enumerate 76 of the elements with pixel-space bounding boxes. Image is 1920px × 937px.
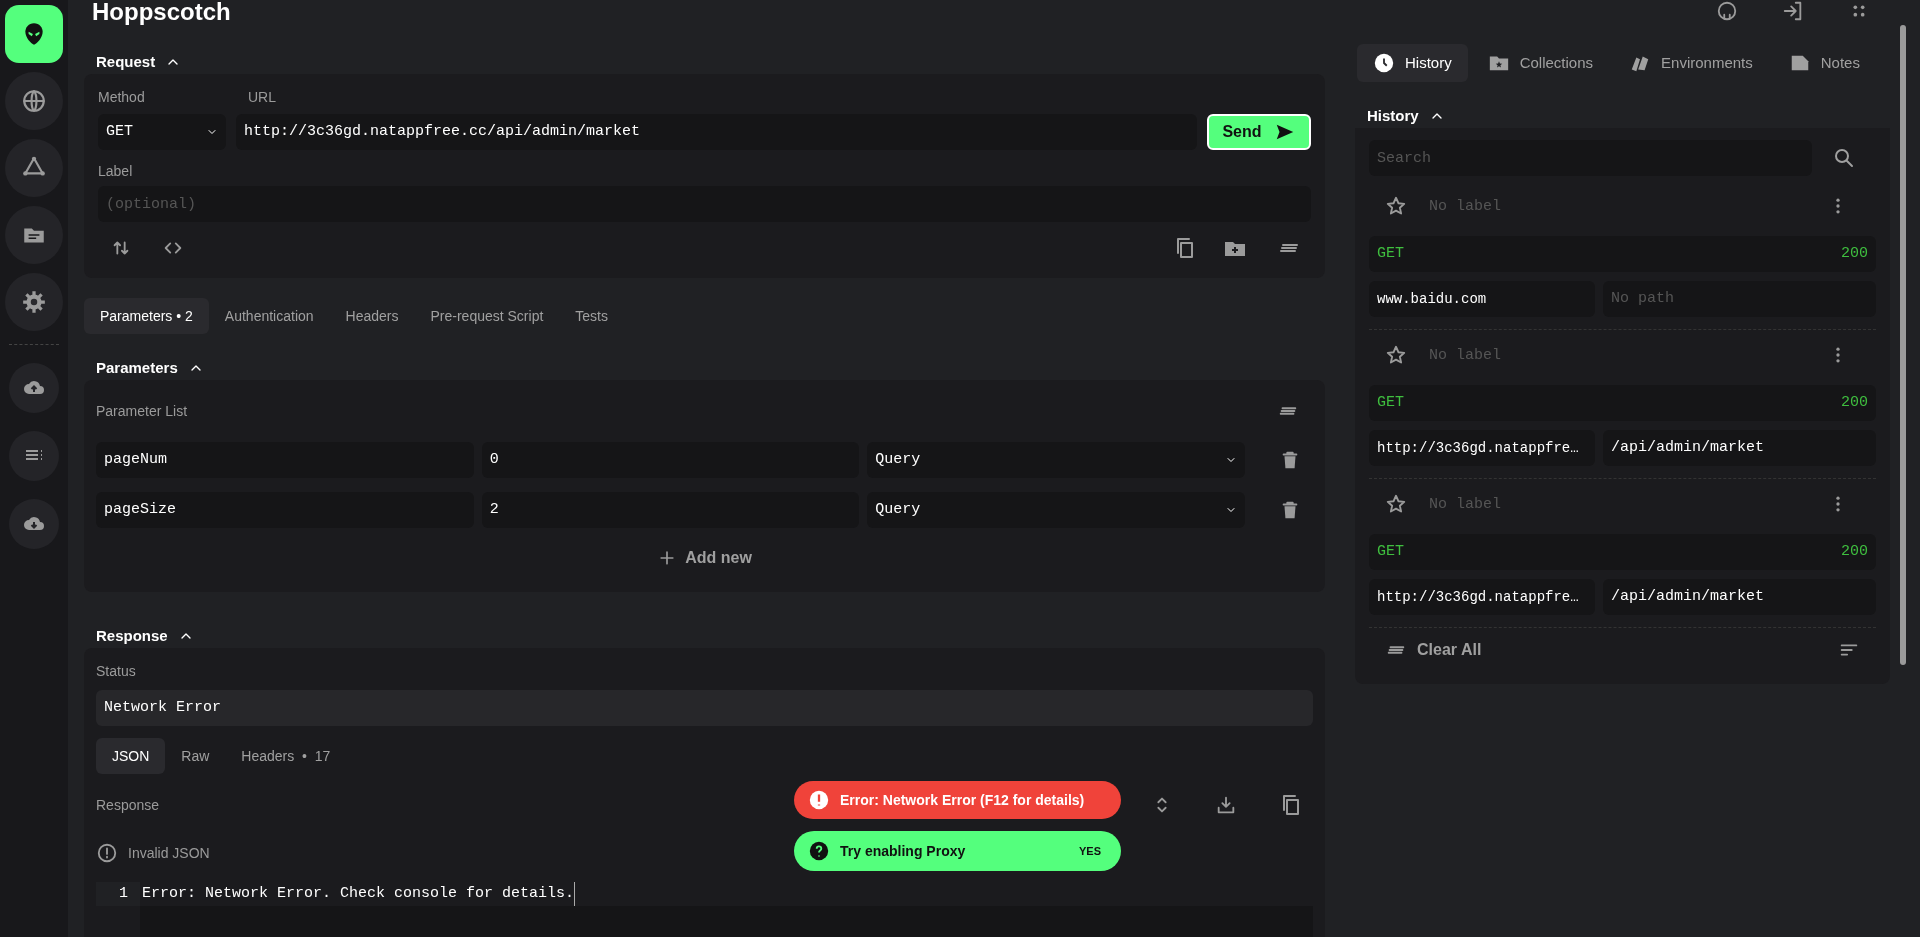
response-tab[interactable]: Headers • 17 xyxy=(225,738,347,774)
section-heading: Request xyxy=(96,51,156,72)
sidebar-item[interactable] xyxy=(5,5,63,63)
label-field[interactable]: No label xyxy=(1421,339,1818,371)
request-tab[interactable]: Parameters • 2 xyxy=(84,298,209,334)
clear-all-button[interactable]: Clear All xyxy=(1385,638,1482,662)
request-tab[interactable]: Authentication xyxy=(208,298,330,334)
clock-icon[interactable] xyxy=(1373,52,1395,74)
field-label: Method xyxy=(98,88,146,106)
sidebar-tab[interactable]: Notes xyxy=(1772,44,1876,82)
section-heading: Parameters xyxy=(96,357,178,378)
path-field[interactable]: /api/admin/market xyxy=(1603,579,1876,615)
help-icon[interactable] xyxy=(808,840,830,862)
section-heading: History xyxy=(1367,105,1419,126)
field-label: Label xyxy=(98,162,134,180)
login-icon[interactable] xyxy=(1782,0,1804,22)
star-icon[interactable] xyxy=(1385,195,1407,217)
label-field[interactable]: No label xyxy=(1421,488,1818,520)
app-title: Hoppscotch xyxy=(92,0,231,24)
alert-icon[interactable] xyxy=(96,842,118,864)
response-tab[interactable]: JSON xyxy=(96,738,166,774)
host-field[interactable]: http://3c36gd.natappfre… xyxy=(1369,579,1595,615)
path-field[interactable]: /api/admin/market xyxy=(1603,430,1876,466)
field-label: Status xyxy=(96,662,137,680)
star-icon[interactable] xyxy=(1385,344,1407,366)
star-icon[interactable] xyxy=(1385,493,1407,515)
request-tab[interactable]: Tests xyxy=(559,298,624,334)
search-field[interactable]: Search xyxy=(1369,140,1812,176)
host-field[interactable]: http://3c36gd.natappfre… xyxy=(1369,430,1595,466)
status-code: 200 xyxy=(1841,541,1868,562)
method-text: GET xyxy=(1377,541,1404,562)
response-tab[interactable]: Raw xyxy=(165,738,226,774)
history-method-row[interactable]: GET 200 xyxy=(1369,236,1876,272)
sidebar-action[interactable] xyxy=(9,363,59,413)
sidebar-tab[interactable]: History xyxy=(1357,44,1468,82)
request-tab[interactable]: Headers xyxy=(329,298,415,334)
method-select[interactable]: GET xyxy=(98,114,226,150)
history-method-row[interactable]: GET 200 xyxy=(1369,534,1876,570)
sidebar-tab[interactable]: Environments xyxy=(1613,44,1769,82)
parameter-value-field[interactable]: 2 xyxy=(481,492,860,528)
label-field[interactable]: (optional) xyxy=(98,186,1311,222)
method-text: GET xyxy=(1377,392,1404,413)
status-code: 200 xyxy=(1841,392,1868,413)
parameter-key-field[interactable]: pageSize xyxy=(96,492,474,528)
globe-icon[interactable] xyxy=(21,88,47,114)
field-label: Parameter List xyxy=(96,401,188,421)
parameter-key-field[interactable]: pageNum xyxy=(96,442,474,478)
parameter-type-select[interactable]: Query xyxy=(867,442,1245,478)
toast-message: Try enabling Proxy xyxy=(840,841,966,861)
url-field[interactable]: http://3c36gd.natappfree.cc/api/admin/market xyxy=(236,114,1197,150)
history-method-row[interactable]: GET 200 xyxy=(1369,385,1876,421)
add-new-button[interactable]: Add new xyxy=(657,542,752,574)
section-heading: Response xyxy=(96,625,168,646)
scrollbar[interactable] xyxy=(1900,25,1906,665)
search-icon[interactable] xyxy=(1832,146,1856,170)
field-label: URL xyxy=(248,88,276,106)
parameter-type-select[interactable]: Query xyxy=(867,492,1245,528)
status-field: Network Error xyxy=(96,690,1313,726)
label-field[interactable]: No label xyxy=(1421,190,1818,222)
sidebar-action[interactable] xyxy=(9,431,59,481)
yes-button[interactable]: YES xyxy=(1079,842,1101,860)
alert-icon[interactable] xyxy=(808,789,830,811)
parameter-value-field[interactable]: 0 xyxy=(481,442,860,478)
send-button[interactable]: Send xyxy=(1207,114,1311,150)
line-number: 1 xyxy=(96,882,140,906)
method-text: GET xyxy=(1377,243,1404,264)
sidebar-action[interactable] xyxy=(9,499,59,549)
request-tab[interactable]: Pre-request Script xyxy=(414,298,560,334)
sidebar-tab[interactable]: Collections xyxy=(1471,44,1610,82)
status-code: 200 xyxy=(1841,243,1868,264)
download-icon[interactable] xyxy=(1215,794,1237,816)
toast-message: Error: Network Error (F12 for details) xyxy=(840,790,1085,810)
settings-icon[interactable] xyxy=(21,289,47,315)
notice-text: Invalid JSON xyxy=(128,843,210,863)
host-field[interactable]: www.baidu.com xyxy=(1369,281,1595,317)
field-label: Response xyxy=(96,796,160,814)
